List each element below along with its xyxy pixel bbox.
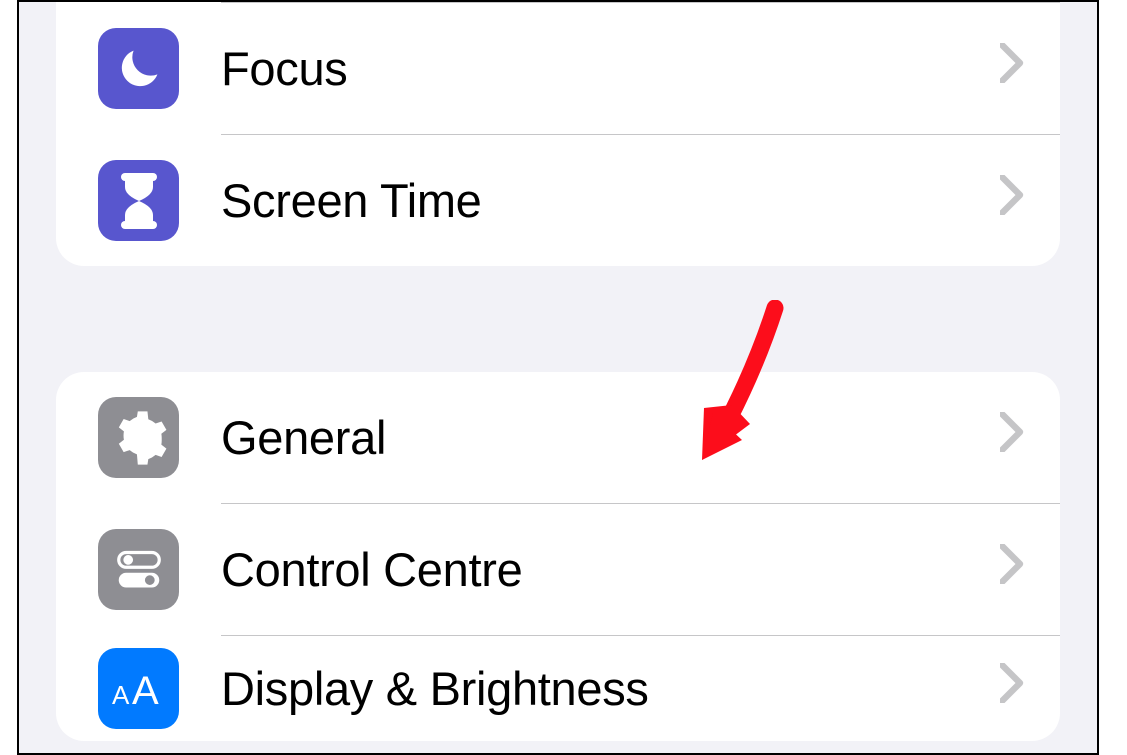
row-label: Focus — [221, 41, 348, 96]
settings-row-control-centre[interactable]: Control Centre — [56, 504, 1060, 635]
row-label: Display & Brightness — [221, 661, 649, 716]
svg-text:A: A — [132, 669, 159, 712]
moon-icon — [98, 28, 179, 109]
row-label: General — [221, 410, 386, 465]
hourglass-icon — [98, 160, 179, 241]
row-label: Screen Time — [221, 173, 482, 228]
chevron-right-icon — [1000, 43, 1024, 94]
row-label: Control Centre — [221, 542, 522, 597]
chevron-right-icon — [1000, 412, 1024, 463]
settings-screen: Focus Screen Time — [19, 2, 1097, 753]
settings-row-display-brightness[interactable]: A A Display & Brightness — [56, 636, 1060, 741]
settings-group-2: General Control Centre — [56, 372, 1060, 741]
settings-group-1: Focus Screen Time — [56, 2, 1060, 266]
svg-text:A: A — [112, 680, 130, 710]
chevron-right-icon — [1000, 663, 1024, 714]
chevron-right-icon — [1000, 544, 1024, 595]
settings-row-screen-time[interactable]: Screen Time — [56, 135, 1060, 266]
chevron-right-icon — [1000, 175, 1024, 226]
settings-row-focus[interactable]: Focus — [56, 3, 1060, 134]
toggles-icon — [98, 529, 179, 610]
gear-icon — [98, 397, 179, 478]
settings-row-general[interactable]: General — [56, 372, 1060, 503]
text-size-icon: A A — [98, 648, 179, 729]
